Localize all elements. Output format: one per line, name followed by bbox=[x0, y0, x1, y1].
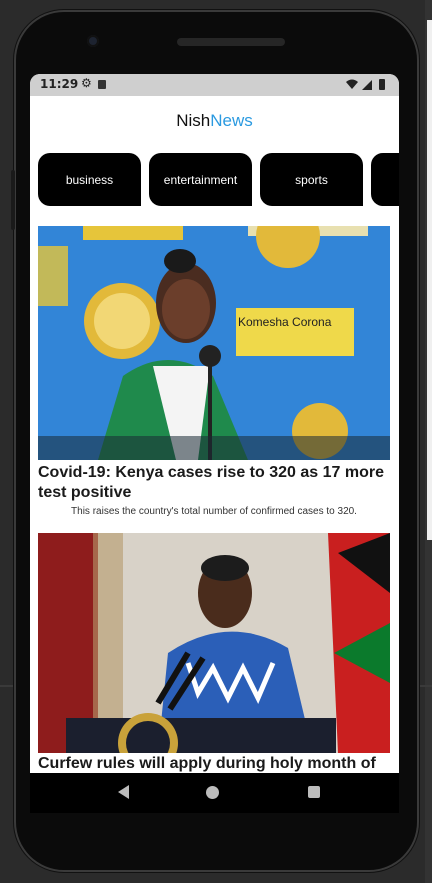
battery-icon bbox=[379, 79, 385, 90]
wifi-icon bbox=[346, 79, 358, 89]
tab-entertainment[interactable]: entertainment bbox=[149, 153, 252, 206]
app-screen: 11:29 ⚙ NishNews business entertainment … bbox=[30, 74, 399, 783]
category-tabs: business entertainment sports bbox=[38, 153, 399, 206]
brand-part-2: News bbox=[210, 111, 253, 130]
status-icons bbox=[345, 78, 391, 94]
phone-frame: 11:29 ⚙ NishNews business entertainment … bbox=[11, 10, 419, 872]
image-sign-text: Komesha Corona bbox=[238, 315, 332, 329]
settings-icon: ⚙ bbox=[81, 76, 92, 90]
app-header: NishNews bbox=[30, 96, 399, 144]
tab-more[interactable] bbox=[371, 153, 399, 206]
sd-card-icon bbox=[98, 80, 106, 89]
volume-button bbox=[11, 170, 15, 230]
system-nav-bar bbox=[30, 773, 399, 813]
background-window-edge bbox=[425, 0, 432, 883]
app-title: NishNews bbox=[30, 111, 399, 131]
front-camera bbox=[87, 35, 99, 47]
status-time: 11:29 bbox=[40, 77, 79, 91]
recents-icon[interactable] bbox=[308, 786, 320, 798]
tab-sports[interactable]: sports bbox=[260, 153, 363, 206]
article-description: This raises the country's total number o… bbox=[71, 506, 357, 517]
article-title[interactable]: Covid-19: Kenya cases rise to 320 as 17 … bbox=[38, 463, 394, 503]
article-image[interactable] bbox=[38, 533, 390, 753]
back-icon[interactable] bbox=[118, 785, 129, 799]
home-icon[interactable] bbox=[206, 786, 219, 799]
signal-icon bbox=[362, 80, 372, 90]
tab-business[interactable]: business bbox=[38, 153, 141, 206]
status-bar: 11:29 ⚙ bbox=[30, 74, 399, 96]
earpiece-speaker bbox=[177, 38, 285, 46]
article-image[interactable]: Komesha Corona bbox=[38, 226, 390, 460]
brand-part-1: Nish bbox=[176, 111, 211, 130]
